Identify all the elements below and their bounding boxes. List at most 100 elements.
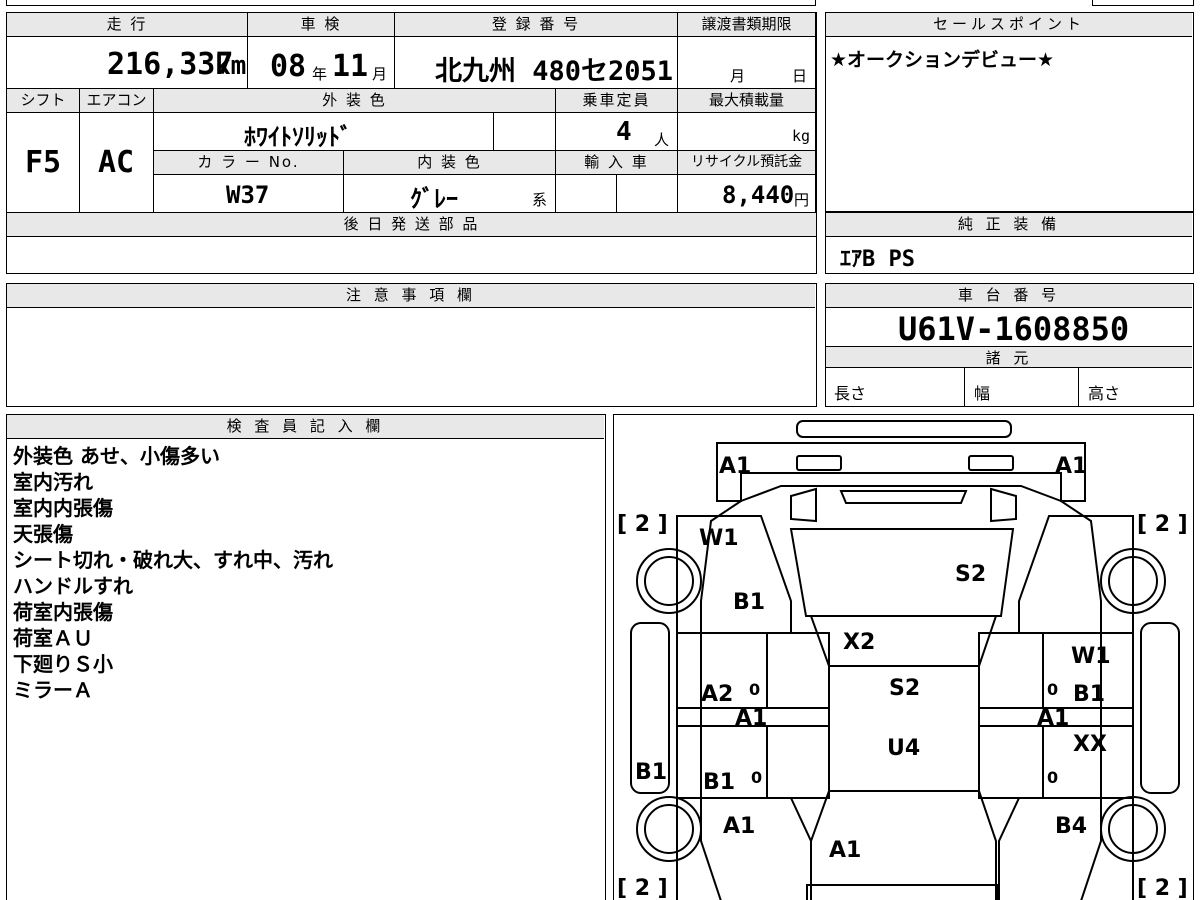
inspector-box: 検 査 員 記 入 欄 外装色 あせ、小傷多い 室内汚れ 室内内張傷 天張傷 シ… (6, 414, 606, 900)
mark-door-rl: B1 (703, 770, 735, 795)
note-line: 室内汚れ (13, 470, 93, 494)
sales-point-box: セールスポイント ★オークションデビュー★ (825, 12, 1194, 212)
mark-tire-fr: [ 2 ] (1137, 512, 1188, 537)
car-diagram: A1 A1 [ 2 ] [ 2 ] [ 2 ] [ 2 ] W1 B1 S2 X… (617, 420, 1188, 900)
note-line: ミラーＡ (13, 678, 93, 702)
note-line: 荷室ＡＵ (13, 626, 93, 650)
spec-length: 長さ (834, 384, 867, 403)
chassis-label: 車 台 番 号 (826, 284, 1192, 308)
mark-tire-rr: [ 2 ] (1137, 876, 1188, 900)
genuine-equipment-box: 純 正 装 備 ｴｱB PS (825, 212, 1194, 274)
spec-label: 諸 元 (826, 346, 1192, 368)
shaken-label: 車 検 (248, 13, 395, 37)
color-no-label: カ ラ ー No. (154, 151, 344, 175)
car-diagram-box: A1 A1 [ 2 ] [ 2 ] [ 2 ] [ 2 ] W1 B1 S2 X… (613, 414, 1194, 900)
interior-label: 内 装 色 (344, 151, 556, 175)
door-left-rear-inner (766, 725, 830, 799)
maxload-unit: kg (792, 127, 811, 145)
genuine-equipment-label: 純 正 装 備 (826, 213, 1192, 237)
mark-door-fr-zero: 0 (1047, 680, 1058, 699)
inspector-label: 検 査 員 記 入 欄 (7, 415, 604, 439)
capacity-unit: 人 (654, 131, 670, 149)
mark-door-fr: B1 (1073, 682, 1105, 707)
recycle-cell: 8,440 円 (678, 175, 816, 213)
recycle-value: 8,440 (722, 181, 795, 209)
capacity-cell: 4 人 (556, 113, 678, 151)
later-parts-value (7, 237, 816, 273)
mark-rocker-left: B1 (635, 760, 667, 785)
mark-fender-left-lower: B1 (733, 590, 765, 615)
ac-label: エアコン (80, 89, 154, 113)
import-cell-1 (556, 175, 617, 213)
capacity-label: 乗車定員 (556, 89, 678, 113)
mark-hood: S2 (955, 562, 986, 587)
color-no-value: W37 (226, 181, 270, 209)
mark-windshield: X2 (843, 630, 875, 655)
door-left-front-inner (766, 632, 830, 709)
transfer-day: 日 (792, 67, 808, 85)
spec-width: 幅 (974, 384, 991, 403)
caution-label: 注 意 事 項 欄 (7, 284, 815, 308)
registration-value: 北九州 480セ2051 (435, 56, 674, 87)
maxload-cell: kg (678, 113, 816, 151)
sales-point-value: ★オークションデビュー★ (830, 49, 1055, 71)
mark-tire-fl: [ 2 ] (617, 512, 668, 537)
note-line: 室内内張傷 (13, 496, 113, 520)
tire-front-left-inner (644, 556, 694, 606)
vehicle-info-table: 走 行 車 検 登 録 番 号 譲渡書類期限 216,337 km 08 年 1… (6, 12, 817, 274)
mileage-cell: 216,337 km (7, 37, 248, 89)
mileage-unit: km (215, 51, 247, 81)
interior-cell: ｸﾞﾚｰ 系 (344, 175, 556, 213)
inspector-notes: 外装色 あせ、小傷多い 室内汚れ 室内内張傷 天張傷 シート切れ・破れ大、すれ中… (13, 443, 333, 703)
exterior-label: 外 装 色 (154, 89, 556, 113)
transfer-month: 月 (730, 67, 746, 85)
later-parts-label: 後 日 発 送 部 品 (7, 213, 816, 237)
rear-bumper-outline (806, 884, 998, 900)
maxload-label: 最大積載量 (678, 89, 816, 113)
top-partial-strip-right (1092, 0, 1194, 6)
front-spoiler-outline (796, 420, 1012, 438)
genuine-equipment-value: ｴｱB PS (840, 247, 915, 272)
mark-quarter-left: A1 (723, 814, 755, 839)
shift-label: シフト (7, 89, 80, 113)
mark-sill-right: A1 (1037, 706, 1069, 731)
shaken-year: 08 (270, 49, 307, 84)
tire-rear-left-outer (636, 796, 702, 862)
mark-front-right: A1 (1055, 454, 1087, 479)
headlight-left (796, 455, 842, 471)
recycle-label: リサイクル預託金 (678, 151, 816, 175)
note-line: 外装色 あせ、小傷多い (13, 444, 220, 468)
exterior-value: ﾎﾜｲﾄｿﾘｯﾄﾞ (244, 123, 352, 151)
registration-cell: 北九州 480セ2051 (395, 37, 678, 89)
grille-top (839, 490, 968, 504)
mark-door-rr: XX (1073, 732, 1107, 757)
spec-divider-2 (1078, 368, 1079, 406)
mileage-label: 走 行 (7, 13, 248, 37)
recycle-unit: 円 (794, 191, 810, 209)
mark-roof: S2 (889, 676, 920, 701)
capacity-value: 4 (616, 117, 632, 147)
spec-divider-1 (964, 368, 965, 406)
spec-height: 高さ (1088, 384, 1121, 403)
shift-value: F5 (25, 145, 62, 180)
door-right-rear-inner (978, 725, 1044, 799)
import-label: 輸 入 車 (556, 151, 678, 175)
tire-rear-left-inner (644, 804, 694, 854)
ac-value: AC (98, 145, 135, 180)
ac-cell: AC (80, 113, 154, 213)
shaken-year-unit: 年 (312, 65, 328, 83)
windshield-outline (809, 615, 998, 667)
exterior-cell: ﾎﾜｲﾄｿﾘｯﾄﾞ (154, 113, 494, 151)
sales-point-label: セールスポイント (826, 13, 1192, 37)
note-line: シート切れ・破れ大、すれ中、汚れ (13, 548, 333, 572)
chassis-box: 車 台 番 号 U61V-1608850 諸 元 長さ 幅 高さ (825, 283, 1194, 407)
front-grille (790, 487, 1017, 523)
shaken-month: 11 (332, 49, 369, 84)
registration-label: 登 録 番 号 (395, 13, 678, 37)
mark-rear-gate: A1 (829, 838, 861, 863)
headlight-right (968, 455, 1014, 471)
color-no-cell: W37 (154, 175, 344, 213)
chassis-value: U61V-1608850 (898, 310, 1130, 348)
front-bumper-outline (716, 442, 1086, 502)
shift-cell: F5 (7, 113, 80, 213)
